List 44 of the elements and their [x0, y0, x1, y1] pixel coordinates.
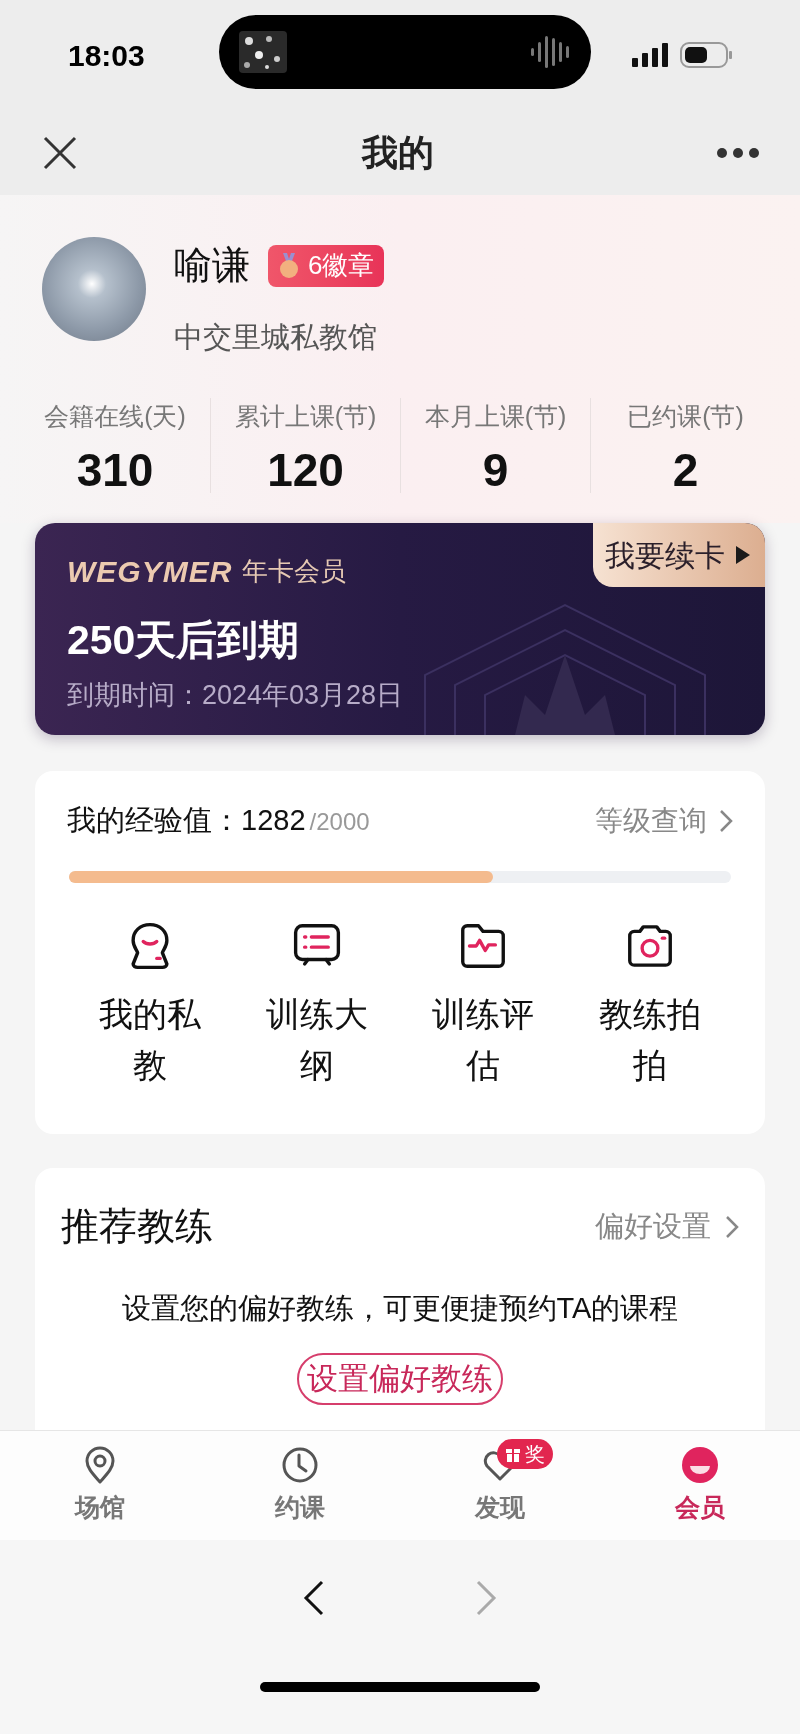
medal-icon [278, 252, 300, 279]
level-query-link[interactable]: 等级查询 [595, 799, 733, 842]
status-time: 18:03 [68, 37, 146, 74]
badge-count[interactable]: 6徽章 [268, 244, 385, 287]
battery-icon [680, 42, 732, 68]
member-face-icon [680, 1444, 720, 1485]
shortcut-item[interactable]: 我的私教 [67, 918, 234, 1091]
chevron-right-icon [725, 1214, 739, 1239]
expiry-date: 到期时间：2024年03月28日 [67, 679, 405, 712]
stat-label: 会籍在线(天) [44, 400, 186, 432]
stat-label: 已约课(节) [627, 400, 744, 432]
gift-icon [505, 1446, 521, 1462]
preference-link[interactable]: 偏好设置 [595, 1204, 739, 1249]
chevron-right-icon [719, 808, 733, 833]
reward-badge: 奖 [497, 1439, 553, 1469]
membership-tier-label: 年卡会员 [242, 555, 347, 588]
experience-value: 我的经验值：1282/2000 [67, 803, 370, 838]
set-preference-button[interactable]: 设置偏好教练 [297, 1352, 503, 1405]
signal-icon [632, 43, 668, 67]
stat-value: 9 [482, 447, 509, 493]
gym-name: 中交里城私教馆 [174, 320, 378, 355]
tab-item[interactable]: 发现 奖 [400, 1431, 600, 1540]
stat-label: 累计上课(节) [234, 400, 377, 432]
tab-item[interactable]: 会员 [600, 1431, 800, 1540]
shortcut-item[interactable]: 训练评估 [400, 918, 567, 1091]
shortcut-item[interactable]: 训练大纲 [233, 918, 400, 1091]
sound-wave-icon [529, 36, 571, 68]
stat-value: 120 [267, 447, 344, 493]
section-title: 推荐教练 [61, 1204, 213, 1249]
shortcut-item[interactable]: 教练拍拍 [566, 918, 733, 1091]
more-icon[interactable] [716, 146, 760, 159]
user-name: 喻谦 [174, 243, 250, 288]
brand-logo: WEGYMER [67, 554, 233, 590]
stat-value: 310 [76, 447, 154, 493]
tab-item[interactable]: 场馆 [0, 1431, 200, 1540]
play-triangle-icon [735, 545, 751, 565]
stat-label: 本月上课(节) [424, 400, 567, 432]
hint-text: 设置您的偏好教练，可更便捷预约TA的课程 [120, 1291, 680, 1326]
membership-card[interactable]: WEGYMER 年卡会员 250天后到期 到期时间：2024年03月28日 我要续卡 [35, 523, 765, 735]
days-remaining: 250天后到期 [67, 620, 301, 661]
renew-button[interactable]: 我要续卡 [593, 523, 765, 587]
page-title: 我的 [362, 130, 434, 175]
tab-item[interactable]: 约课 [200, 1431, 400, 1540]
stat-value: 2 [672, 447, 699, 493]
